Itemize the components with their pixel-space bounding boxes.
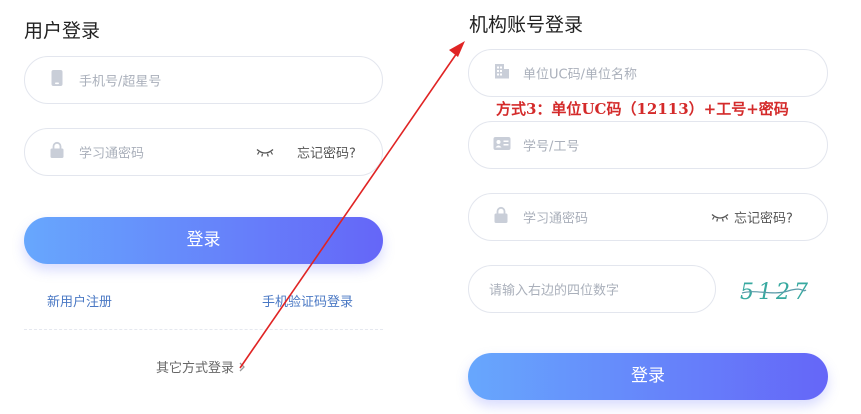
annotation-arrow <box>239 41 465 369</box>
